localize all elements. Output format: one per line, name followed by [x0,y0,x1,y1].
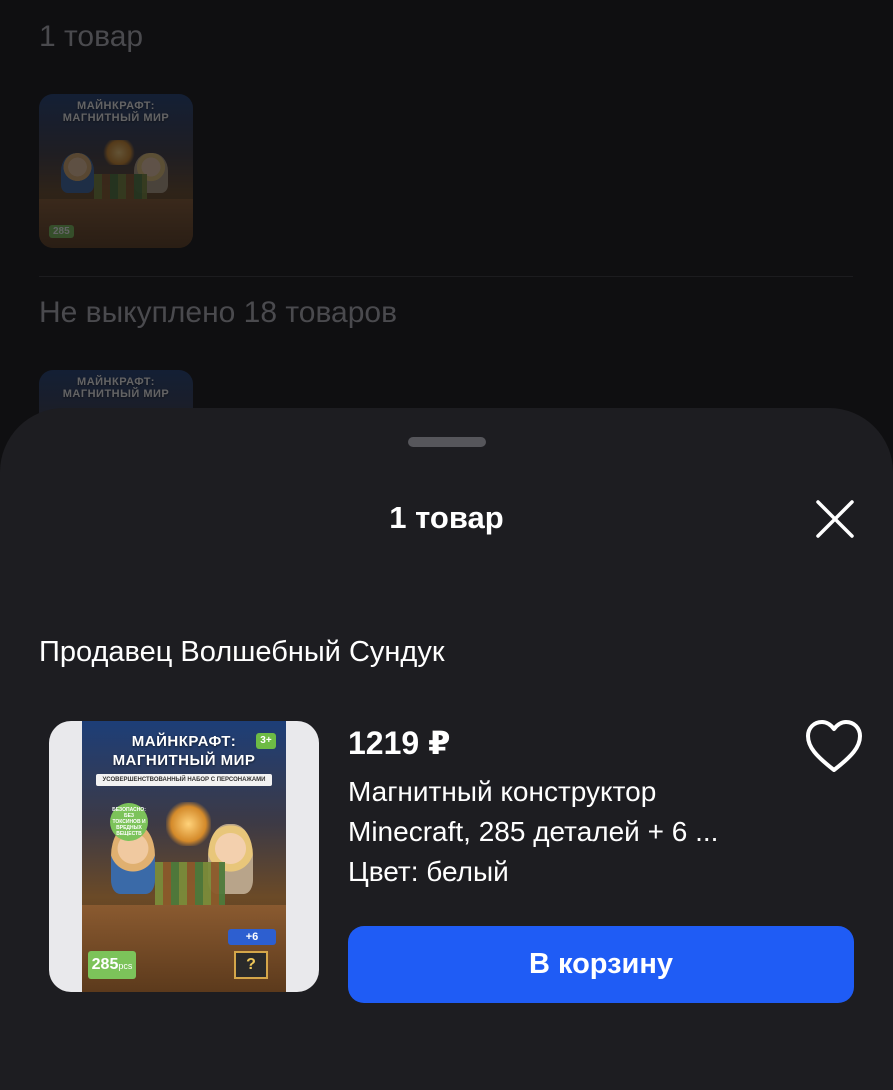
product-name[interactable]: Магнитный конструктор Minecraft, 285 дет… [348,772,778,852]
age-badge: 3+ [256,733,276,749]
section-title-not-purchased: Не выкуплено 18 товаров [39,296,398,329]
pieces-count-badge: 285pcs [88,951,136,979]
seller-label[interactable]: Продавец Волшебный Сундук [39,636,445,669]
product-price: 1219 ₽ [348,725,451,761]
heart-icon [806,720,862,772]
bonus-badge: +6 [228,929,276,945]
product-name-line-2: Minecraft, 285 деталей + 6 ... [348,816,719,847]
art-title-1: МАЙНКРАФТ: [77,376,155,388]
product-artwork: МАЙНКРАФТ: МАГНИТНЫЙ МИР 3+ УСОВЕРШЕНСТВ… [82,721,286,992]
mystery-chest: ? [234,951,268,979]
safety-badge: БЕЗОПАСНО: БЕЗ ТОКСИНОВ И ВРЕДНЫХ ВЕЩЕСТ… [110,803,148,841]
sheet-grabber[interactable] [408,437,486,447]
product-color: Цвет: белый [348,856,509,887]
product-thumbnail[interactable]: МАЙНКРАФТ: МАГНИТНЫЙ МИР 285 [39,94,193,248]
art-title-2: МАГНИТНЫЙ МИР [62,388,170,400]
art-subtitle: УСОВЕРШЕНСТВОВАННЫЙ НАБОР С ПЕРСОНАЖАМИ [96,774,272,786]
art-title-1: МАЙНКРАФТ: [77,100,155,112]
favorite-button[interactable] [804,718,864,776]
art-title-2: МАГНИТНЫЙ МИР [112,752,256,769]
section-title-purchased: 1 товар [39,20,144,53]
product-name-line-1: Магнитный конструктор [348,776,657,807]
section-divider [39,276,853,277]
product-artwork: МАЙНКРАФТ: МАГНИТНЫЙ МИР 285 [39,94,193,248]
product-image[interactable]: МАЙНКРАФТ: МАГНИТНЫЙ МИР 3+ УСОВЕРШЕНСТВ… [49,721,319,992]
close-icon [816,500,854,538]
art-title-2: МАГНИТНЫЙ МИР [62,112,170,124]
add-to-cart-button[interactable]: В корзину [348,926,854,1003]
close-button[interactable] [812,496,858,542]
art-count-badge: 285 [49,225,74,238]
bottom-sheet: 1 товар Продавец Волшебный Сундук МАЙНКР… [0,408,893,1090]
sheet-title: 1 товар [389,500,504,535]
